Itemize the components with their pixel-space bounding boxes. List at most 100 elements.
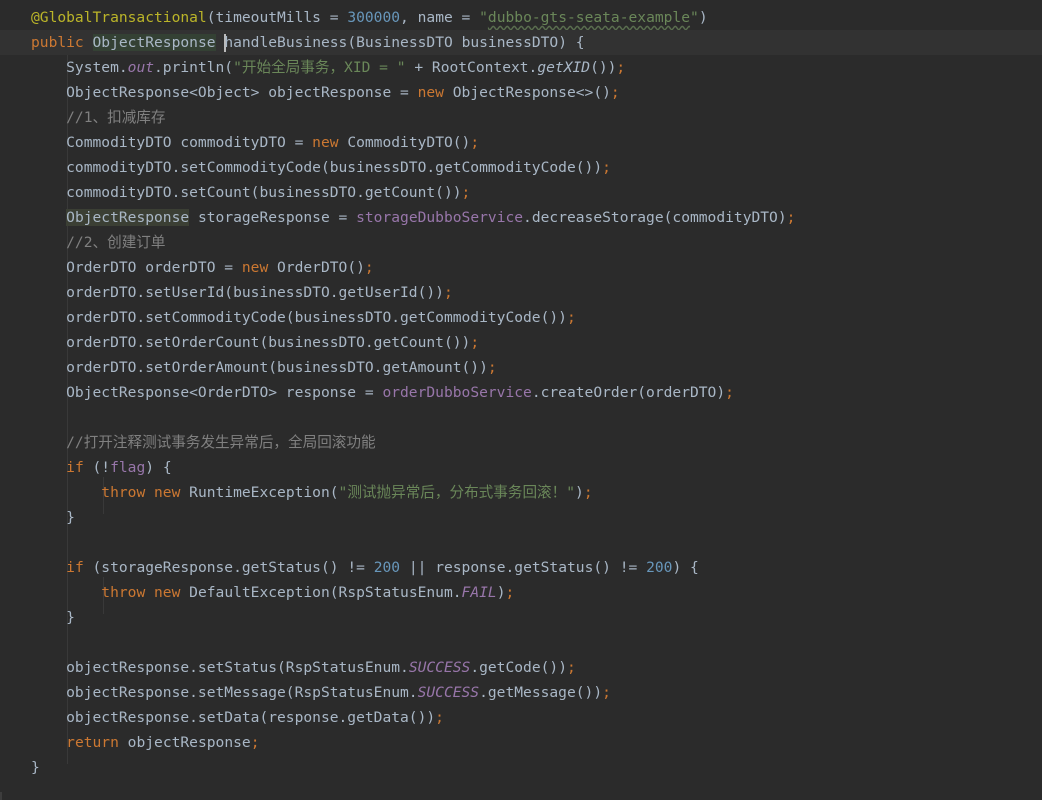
code-token: new [417, 84, 453, 101]
code-line[interactable]: objectResponse.setStatus(RspStatusEnum.S… [0, 655, 1042, 680]
code-line[interactable]: ObjectResponse<Object> objectResponse = … [0, 80, 1042, 105]
code-token: DefaultException(RspStatusEnum. [189, 584, 462, 601]
code-token: .getMessage()) [479, 684, 603, 701]
code-token: 200 [646, 559, 673, 576]
code-token: ObjectResponse<>() [452, 84, 611, 101]
code-token: " [690, 9, 699, 26]
code-line[interactable]: commodityDTO.setCount(businessDTO.getCou… [0, 180, 1042, 205]
code-line[interactable]: } [0, 755, 1042, 780]
code-token: return [66, 734, 128, 751]
code-line[interactable]: commodityDTO.setCommodityCode(businessDT… [0, 155, 1042, 180]
code-token: out [127, 59, 155, 76]
code-token: ; [364, 259, 374, 276]
code-token: objectResponse [127, 734, 251, 751]
code-token: orderDTO.setOrderCount(businessDTO.getCo… [31, 334, 471, 351]
code-token: orderDTO.setUserId(businessDTO.getUserId… [31, 284, 444, 301]
code-token: ()) [590, 59, 617, 76]
code-token: ) { [145, 459, 172, 476]
code-line[interactable] [0, 630, 1042, 655]
code-token: ; [487, 359, 497, 376]
code-line[interactable]: throw new RuntimeException("测试抛异常后，分布式事务… [0, 480, 1042, 505]
code-token: } [31, 609, 75, 626]
code-token: ; [583, 484, 593, 501]
code-token: ObjectResponse<OrderDTO> response = [31, 384, 383, 401]
code-line[interactable]: } [0, 505, 1042, 530]
code-token: (! [92, 459, 111, 476]
code-token: commodityDTO.setCommodityCode(businessDT… [31, 159, 603, 176]
code-token: ; [250, 734, 260, 751]
code-line[interactable]: System.out.println("开始全局事务，XID = " + Roo… [0, 55, 1042, 80]
code-line[interactable]: } [0, 605, 1042, 630]
code-token: RuntimeException( [189, 484, 339, 501]
code-token: SUCCESS [408, 659, 471, 676]
code-token: ) [575, 484, 584, 501]
code-token: //打开注释测试事务发生异常后，全局回滚功能 [31, 434, 376, 451]
code-editor[interactable]: @GlobalTransactional(timeoutMills = 3000… [0, 4, 1042, 800]
code-line[interactable]: return objectResponse; [0, 730, 1042, 755]
code-line[interactable]: orderDTO.setOrderCount(businessDTO.getCo… [0, 330, 1042, 355]
code-token: ; [505, 584, 515, 601]
code-token: storageResponse = [189, 209, 357, 226]
code-token: commodityDTO.setCount(businessDTO.getCou… [31, 184, 462, 201]
code-line[interactable]: @GlobalTransactional(timeoutMills = 3000… [0, 5, 1042, 30]
code-line[interactable]: public ObjectResponse handleBusiness(Bus… [0, 30, 1042, 55]
code-token: new [241, 259, 278, 276]
code-line[interactable]: ObjectResponse storageResponse = storage… [0, 205, 1042, 230]
code-token: CommodityDTO commodityDTO = [31, 134, 313, 151]
code-token: SUCCESS [417, 684, 480, 701]
code-token: 200 [373, 559, 409, 576]
code-token: ; [470, 134, 480, 151]
code-token: ) { [672, 559, 699, 576]
code-line[interactable]: //1、扣减库存 [0, 105, 1042, 130]
code-token: public [31, 34, 93, 51]
code-token: ObjectResponse<Object> objectResponse = [31, 84, 418, 101]
code-line[interactable]: CommodityDTO commodityDTO = new Commodit… [0, 130, 1042, 155]
code-token: || response.getStatus() != [408, 559, 647, 576]
code-token: + RootContext. [405, 59, 538, 76]
code-line[interactable]: throw new DefaultException(RspStatusEnum… [0, 580, 1042, 605]
code-token: handleBusiness [224, 34, 348, 51]
code-line[interactable]: if (storageResponse.getStatus() != 200 |… [0, 555, 1042, 580]
code-token: .createOrder(orderDTO) [531, 384, 726, 401]
code-token: 300000 [347, 9, 401, 26]
code-token: ObjectResponse [92, 34, 216, 51]
code-token: .getCode()) [470, 659, 567, 676]
code-token: //1、扣减库存 [31, 109, 166, 126]
code-line[interactable]: ObjectResponse<OrderDTO> response = orde… [0, 380, 1042, 405]
code-token: (BusinessDTO businessDTO) { [347, 34, 585, 51]
code-line[interactable] [0, 530, 1042, 555]
code-line[interactable]: OrderDTO orderDTO = new OrderDTO(); [0, 255, 1042, 280]
code-token: ; [566, 309, 576, 326]
code-line[interactable]: //打开注释测试事务发生异常后，全局回滚功能 [0, 430, 1042, 455]
code-token: .decreaseStorage(commodityDTO) [523, 209, 787, 226]
code-token: orderDubboService [382, 384, 532, 401]
code-token: objectResponse.setData(response.getData(… [31, 709, 436, 726]
code-line[interactable]: objectResponse.setMessage(RspStatusEnum.… [0, 680, 1042, 705]
code-token: System. [31, 59, 128, 76]
code-token: if [66, 459, 93, 476]
code-token: , name = [400, 9, 480, 26]
code-line[interactable]: orderDTO.setCommodityCode(businessDTO.ge… [0, 305, 1042, 330]
code-line[interactable]: orderDTO.setOrderAmount(businessDTO.getA… [0, 355, 1042, 380]
code-token: } [31, 509, 75, 526]
code-token: //2、创建订单 [31, 234, 166, 251]
code-line[interactable]: if (!flag) { [0, 455, 1042, 480]
code-line[interactable]: //2、创建订单 [0, 230, 1042, 255]
code-token: storageDubboService [356, 209, 524, 226]
code-token: @GlobalTransactional [31, 9, 207, 26]
code-token: dubbo-gts-seata-example [487, 9, 691, 26]
code-token: ; [602, 684, 611, 701]
code-token: OrderDTO orderDTO = [31, 259, 242, 276]
code-token: ObjectResponse [66, 209, 190, 226]
code-token: "开始全局事务，XID = " [233, 59, 406, 76]
code-token: ; [470, 334, 480, 351]
code-line[interactable]: objectResponse.setData(response.getData(… [0, 705, 1042, 730]
code-line[interactable]: orderDTO.setUserId(businessDTO.getUserId… [0, 280, 1042, 305]
code-line[interactable] [0, 405, 1042, 430]
